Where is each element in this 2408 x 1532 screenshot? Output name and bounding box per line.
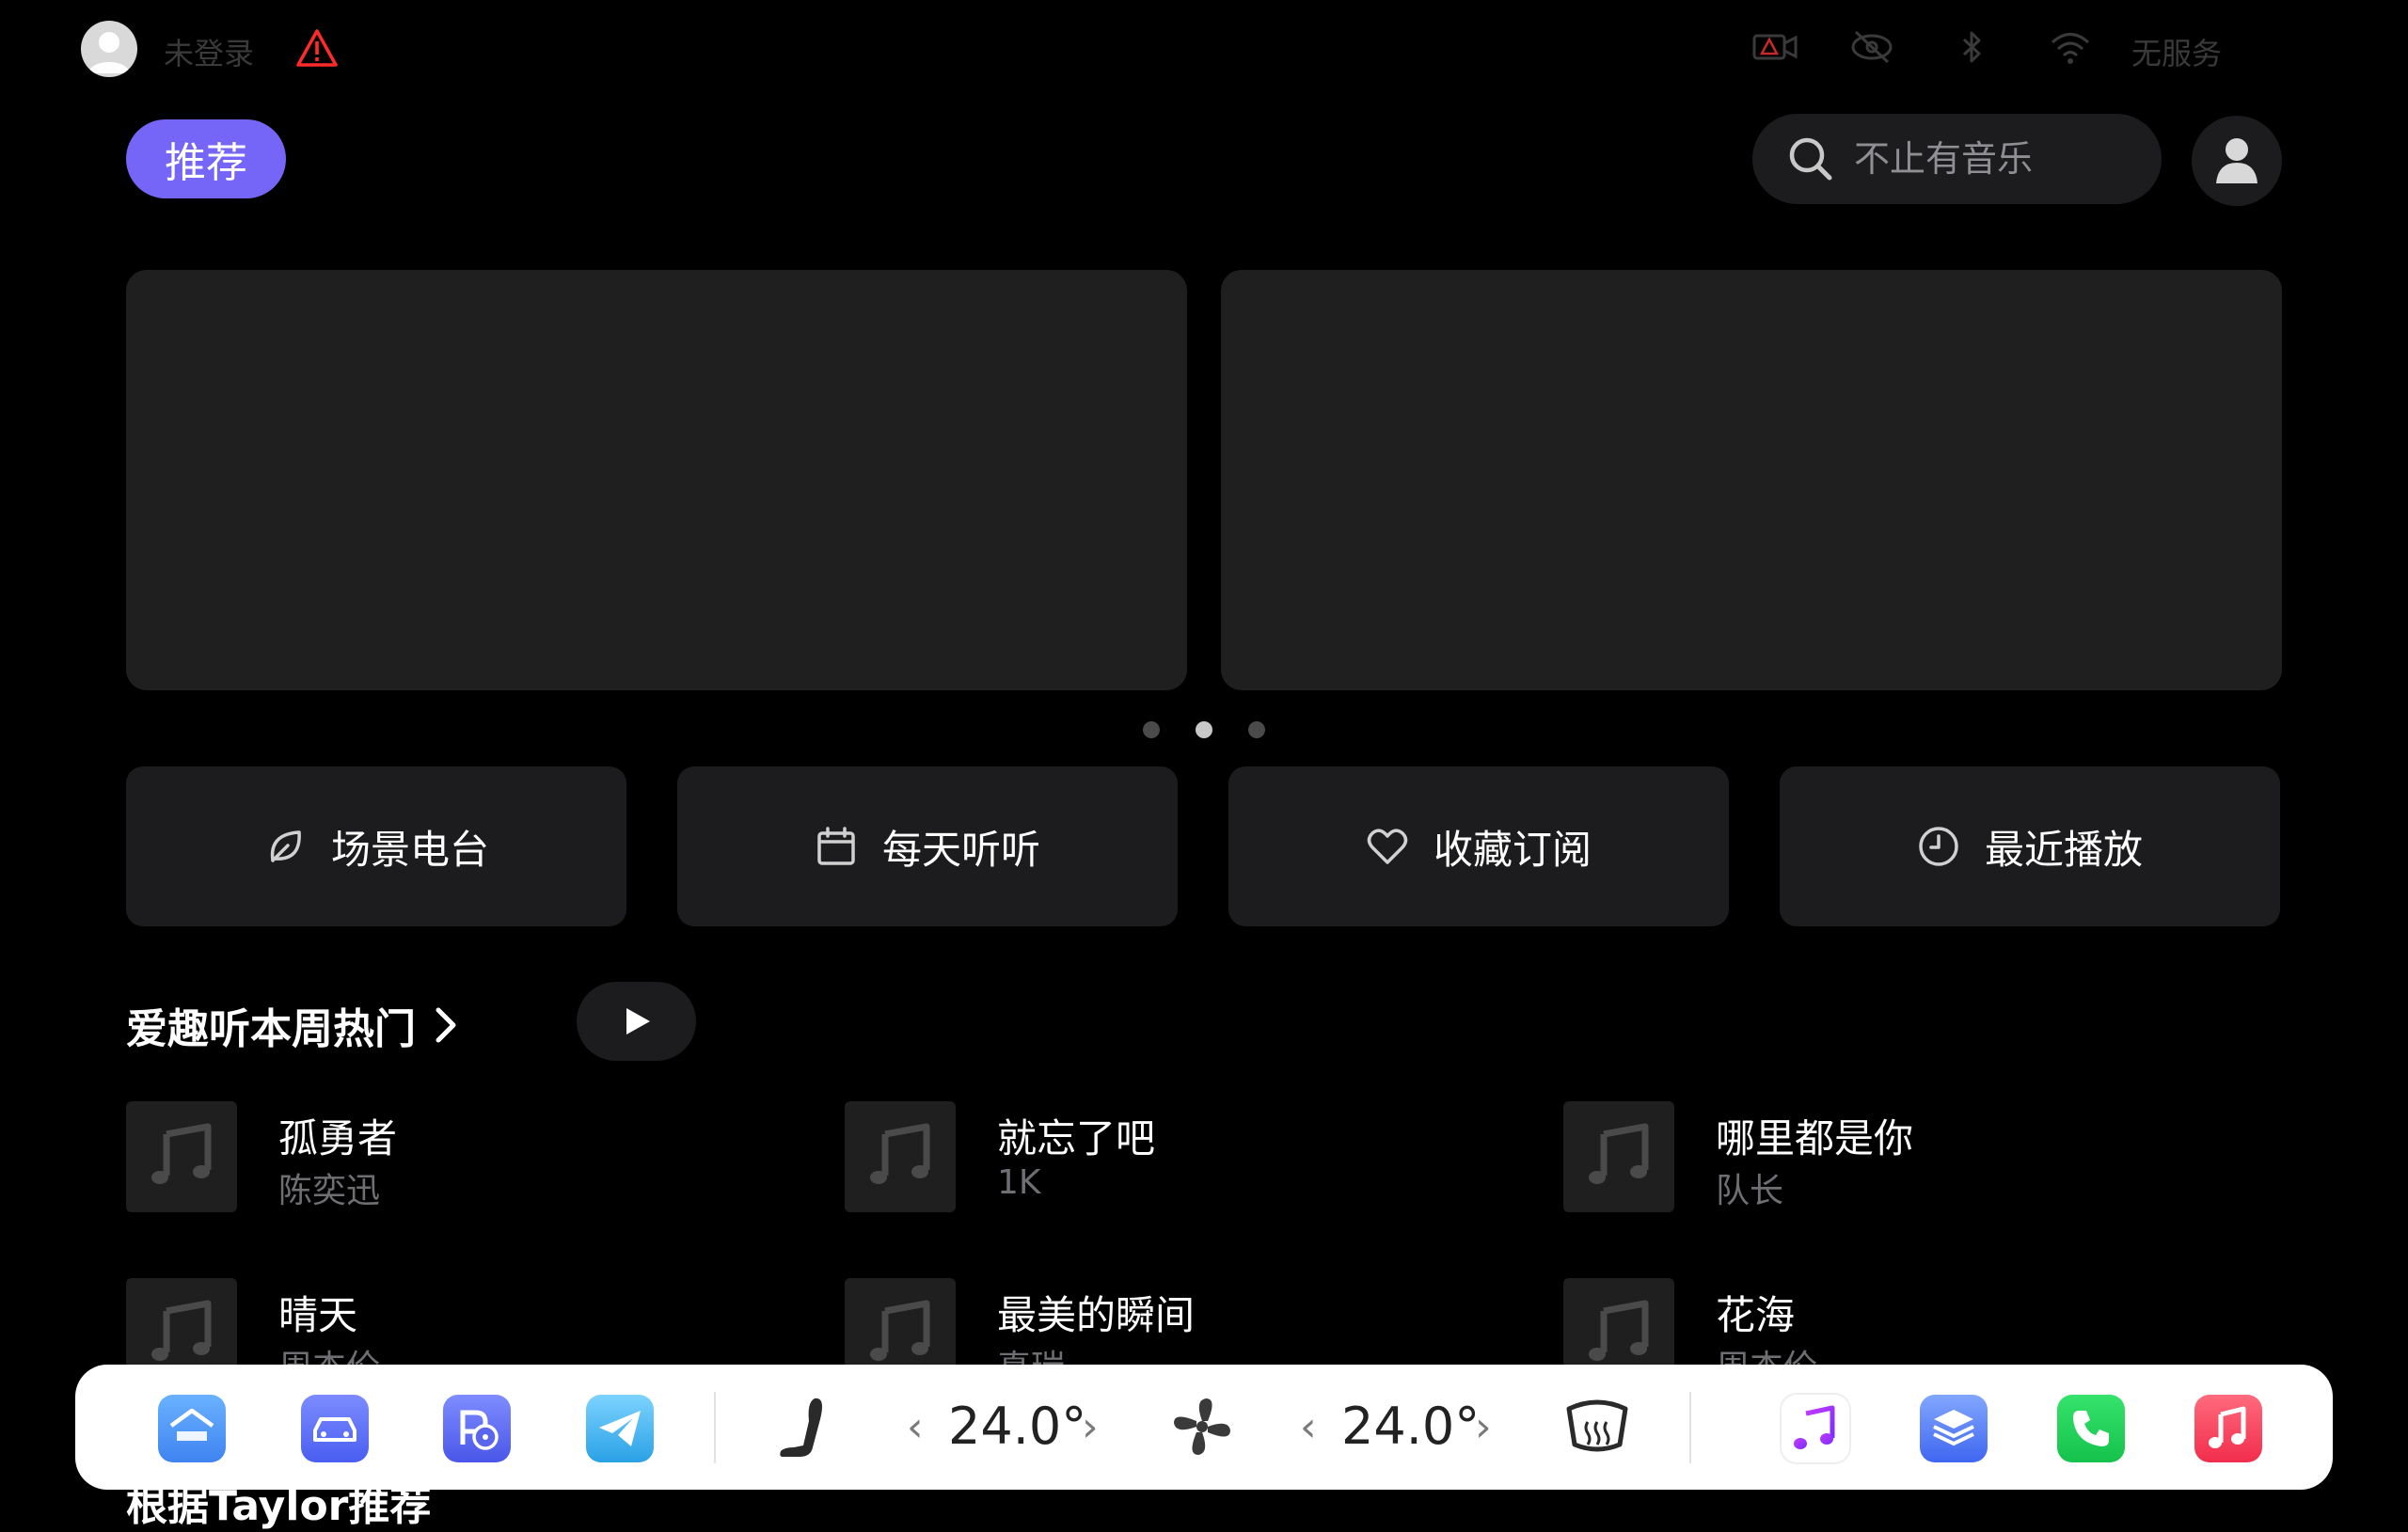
song-cover [845,1101,956,1212]
song-artist: 队长 [1716,1172,1784,1210]
warning-triangle-icon[interactable] [295,28,339,71]
song-title: 就忘了吧 [997,1115,1156,1161]
song-title: 最美的瞬间 [997,1292,1196,1338]
chevron-right-icon [436,1007,456,1043]
quick-recent-button[interactable]: 最近播放 [1780,766,2280,926]
quick-daily-listen-button[interactable]: 每天听听 [677,766,1178,926]
quick-action-label: 每天听听 [881,826,1040,873]
song-title: 花海 [1716,1292,1796,1338]
song-artist: 陈奕迅 [278,1172,381,1210]
song-item[interactable]: 孤勇者 陈奕迅 [126,1101,784,1212]
carousel-dot-1[interactable] [1143,721,1160,738]
play-all-button[interactable] [577,982,696,1061]
music-note-icon [870,1300,930,1361]
song-cover [1563,1101,1674,1212]
carousel-dot-3[interactable] [1248,721,1265,738]
clock-icon [1919,827,1958,866]
carousel-dot-2[interactable] [1196,721,1212,738]
hot-section-title[interactable]: 爱趣听本周热门 [126,995,459,1055]
tab-recommend[interactable]: 推荐 [126,119,286,198]
profile-button[interactable] [2192,116,2282,206]
left-temp-increase[interactable]: › [1082,1403,1099,1451]
music-note-icon [151,1300,212,1361]
banner-card-1[interactable] [126,270,1187,690]
music-app-icon[interactable] [1782,1395,1849,1462]
music-note-icon [870,1123,930,1184]
song-artist: 1K [997,1163,1041,1202]
song-title: 晴天 [278,1292,358,1338]
seat-heater-icon[interactable] [777,1395,839,1466]
home-app-icon[interactable] [158,1395,226,1462]
phone-app-icon[interactable] [2057,1395,2125,1462]
leaf-icon [270,830,301,862]
play-icon [626,1008,650,1034]
quick-action-label: 场景电台 [330,826,489,873]
camera-off-icon [1850,28,1893,70]
parking-app-icon[interactable] [443,1395,511,1462]
search-input[interactable] [1852,137,2138,181]
bluetooth-icon [1953,28,1990,70]
user-avatar[interactable] [81,21,137,77]
network-status-text: 无服务 [2131,36,2223,71]
heart-icon [1367,829,1408,864]
right-temp-decrease[interactable]: ‹ [1300,1403,1317,1451]
music-note-icon [1589,1300,1649,1361]
rear-defrost-icon[interactable] [1561,1399,1633,1458]
banner-card-2[interactable] [1221,270,2282,690]
song-title: 孤勇者 [278,1115,398,1161]
search-icon [1789,137,1832,181]
left-temp-decrease[interactable]: ‹ [907,1403,924,1451]
left-temperature: 24.0° [948,1397,1087,1456]
quick-favorites-button[interactable]: 收藏订阅 [1228,766,1729,926]
fan-icon[interactable] [1170,1395,1234,1462]
quick-scene-radio-button[interactable]: 场景电台 [126,766,626,926]
song-item[interactable]: 就忘了吧 1K [845,1101,1503,1212]
wifi-icon [2049,28,2092,70]
avatar-user-icon [88,32,130,73]
right-temp-increase[interactable]: › [1475,1403,1492,1451]
dashcam-alert-icon [1752,28,1799,70]
music-note-icon [1589,1123,1649,1184]
dock-divider [714,1392,716,1463]
song-cover [126,1101,237,1212]
user-icon [2216,138,2258,183]
song-title: 哪里都是你 [1716,1115,1914,1161]
search-bar[interactable] [1752,114,2162,204]
dock-divider [1689,1392,1691,1463]
layers-app-icon[interactable] [1920,1395,1988,1462]
calendar-icon [817,827,855,865]
song-item[interactable]: 哪里都是你 队长 [1563,1101,2222,1212]
quick-action-label: 最近播放 [1984,826,2143,873]
section-title-text: 爱趣听本周热门 [126,1005,416,1053]
login-status-text[interactable]: 未登录 [164,30,254,73]
car-app-icon[interactable] [301,1395,369,1462]
quick-action-label: 收藏订阅 [1433,826,1592,873]
apple-music-app-icon[interactable] [2194,1395,2262,1462]
telegram-app-icon[interactable] [586,1395,654,1462]
music-note-icon [151,1123,212,1184]
right-temperature: 24.0° [1341,1397,1481,1456]
